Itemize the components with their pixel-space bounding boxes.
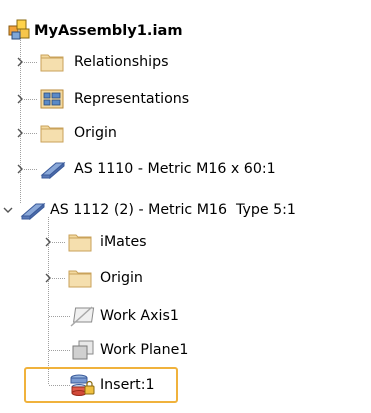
folder-icon	[40, 54, 64, 72]
tree-item-as-1110[interactable]: AS 1110 - Metric M16 x 60:1	[0, 154, 360, 184]
chevron-right-icon[interactable]	[42, 236, 54, 248]
tree-item-label: Origin	[100, 270, 143, 286]
browser-tree: MyAssembly1.iam Relationships Representa…	[0, 0, 371, 413]
tree-item-label: Origin	[74, 125, 117, 141]
tree-item-as-1112[interactable]: AS 1112 (2) - Metric M16 Type 5:1	[0, 195, 371, 225]
tree-item-label: Work Axis1	[100, 308, 179, 324]
tree-item-label: Work Plane1	[100, 342, 189, 358]
tree-item-relationships[interactable]: Relationships	[0, 47, 300, 77]
work-plane-icon	[72, 340, 94, 360]
folder-icon	[40, 125, 64, 143]
chevron-right-icon[interactable]	[14, 56, 26, 68]
tree-item-label: AS 1110 - Metric M16 x 60:1	[74, 161, 276, 177]
part-nut-icon	[20, 202, 46, 220]
tree-item-origin[interactable]: Origin	[0, 118, 300, 148]
chevron-right-icon[interactable]	[14, 127, 26, 139]
chevron-down-icon[interactable]	[2, 204, 14, 216]
representations-icon	[40, 89, 64, 109]
tree-item-work-axis1[interactable]: Work Axis1	[0, 301, 300, 331]
chevron-right-icon[interactable]	[14, 163, 26, 175]
insert-constraint-icon	[70, 374, 95, 396]
tree-item-label: Representations	[74, 91, 190, 107]
tree-root-label: MyAssembly1.iam	[34, 22, 183, 39]
folder-icon	[68, 234, 92, 252]
assembly-icon	[8, 19, 30, 40]
chevron-right-icon[interactable]	[42, 272, 54, 284]
tree-item-label: Relationships	[74, 54, 169, 70]
tree-item-imates[interactable]: iMates	[0, 227, 300, 257]
tree-item-origin-child[interactable]: Origin	[0, 263, 300, 293]
chevron-right-icon[interactable]	[14, 93, 26, 105]
tree-item-work-plane1[interactable]: Work Plane1	[0, 335, 300, 365]
tree-item-label: iMates	[100, 234, 147, 250]
tree-item-label: AS 1112 (2) - Metric M16 Type 5:1	[50, 202, 296, 218]
folder-icon	[68, 270, 92, 288]
tree-item-insert1[interactable]: Insert:1	[0, 370, 300, 400]
part-bolt-icon	[40, 161, 66, 179]
tree-item-representations[interactable]: Representations	[0, 84, 300, 114]
tree-item-label: Insert:1	[100, 377, 155, 393]
work-axis-icon	[70, 306, 95, 327]
